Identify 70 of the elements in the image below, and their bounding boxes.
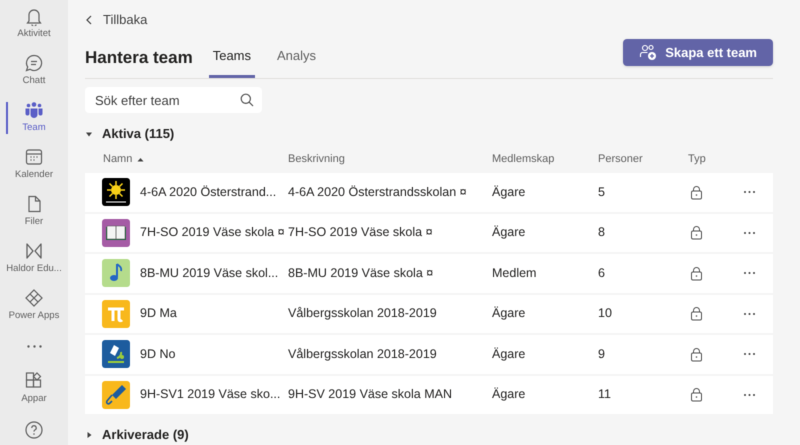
- search-field[interactable]: Sök efter team: [85, 87, 262, 113]
- team-name: 8B-MU 2019 Väse skol...: [140, 264, 278, 282]
- page-title: Hantera team: [85, 46, 193, 69]
- team-description: 4-6A 2020 Österstrandsskolan ¤: [288, 184, 467, 199]
- diamond-icon: [24, 288, 44, 308]
- add-people-icon: [639, 43, 658, 62]
- sidebar-item[interactable]: Appar: [0, 368, 68, 408]
- team-row[interactable]: 9H-SV1 2019 Väse sko... 9H-SV 2019 Väse skola MAN Ägare 11: [85, 376, 773, 414]
- team-row[interactable]: 7H-SO 2019 Väse skola ¤ 7H-SO 2019 Väse skola ¤ Ägare 8: [85, 214, 773, 252]
- sort-ascending-icon: [137, 156, 144, 162]
- column-header[interactable]: Typ: [688, 150, 706, 168]
- chat-bubble-icon: [24, 53, 44, 74]
- back-link[interactable]: Tillbaka: [85, 10, 148, 30]
- membership-text: Ägare: [492, 346, 526, 361]
- team-name: 7H-SO 2019 Väse skola ¤: [140, 224, 285, 242]
- team-row[interactable]: 9D Ma Vålbergsskolan 2018-2019 Ägare 10: [85, 294, 773, 333]
- membership-text: Ägare: [492, 306, 526, 320]
- team-description: 8B-MU 2019 Väse skola ¤: [288, 266, 434, 280]
- member-count: 10: [598, 306, 612, 320]
- sidebar-item[interactable]: Filer: [0, 192, 68, 232]
- help-icon: [24, 420, 44, 440]
- membership-text: Medlem: [492, 266, 536, 280]
- more-icon: [26, 345, 42, 348]
- column-header[interactable]: Beskrivning: [288, 150, 345, 168]
- sidebar-item[interactable]: Kalender: [0, 144, 68, 184]
- tab[interactable]: Analys: [273, 36, 320, 78]
- caret-right-icon: [85, 431, 93, 439]
- calendar-icon: [24, 146, 44, 167]
- more-icon: [742, 190, 756, 194]
- sidebar-item[interactable]: Chatt: [0, 50, 68, 91]
- team-description: 7H-SO 2019 Väse skola ¤: [288, 225, 433, 240]
- membership-text: Ägare: [492, 225, 526, 240]
- member-count: 5: [598, 184, 605, 199]
- create-team-button[interactable]: Skapa ett team: [623, 38, 773, 66]
- team-name: 9D Ma: [140, 305, 177, 322]
- sidebar-item[interactable]: Team: [0, 98, 68, 138]
- membership-text: Ägare: [492, 184, 526, 199]
- caret-down-icon: [85, 130, 93, 138]
- section-toggle[interactable]: Aktiva (115): [85, 124, 773, 144]
- team-name: 4-6A 2020 Österstrand...: [140, 184, 276, 201]
- team-description: Vålbergsskolan 2018-2019: [288, 346, 437, 361]
- search-icon: [240, 93, 254, 107]
- team-row[interactable]: 4-6A 2020 Österstrand... 4-6A 2020 Österstrandsskolan ¤ Ägare 5: [85, 173, 773, 212]
- more-icon: [742, 230, 756, 235]
- member-count: 8: [598, 225, 605, 240]
- team-name: 9H-SV1 2019 Väse sko...: [140, 386, 280, 404]
- more-icon: [742, 392, 756, 397]
- sidebar-item[interactable]: Haldor Edu...: [0, 238, 68, 278]
- team-name: 9D No: [140, 346, 176, 363]
- team-row[interactable]: 8B-MU 2019 Väse skol... 8B-MU 2019 Väse skola ¤ Medlem 6: [85, 254, 773, 292]
- tab[interactable]: Teams: [208, 36, 256, 78]
- column-header[interactable]: Personer: [598, 150, 643, 168]
- section-toggle[interactable]: Arkiverade (9): [85, 425, 773, 445]
- member-count: 9: [598, 346, 605, 361]
- member-count: 6: [598, 266, 605, 280]
- team-row[interactable]: 9D No Vålbergsskolan 2018-2019 Ägare 9: [85, 335, 773, 374]
- team-description: 9H-SV 2019 Väse skola MAN: [288, 387, 452, 402]
- more-icon: [742, 312, 756, 316]
- sidebar-item[interactable]: Power Apps: [0, 285, 68, 326]
- people-icon: [24, 100, 44, 120]
- more-icon: [742, 352, 756, 356]
- column-header[interactable]: Medlemskap: [492, 150, 554, 168]
- column-header[interactable]: Namn: [103, 150, 132, 168]
- member-count: 11: [598, 387, 611, 402]
- more-icon: [742, 271, 756, 276]
- back-chevron-icon: [85, 14, 93, 25]
- bowtie-icon: [24, 240, 44, 261]
- sidebar-item[interactable]: Aktivitet: [0, 4, 68, 44]
- membership-text: Ägare: [492, 387, 526, 402]
- team-description: Vålbergsskolan 2018-2019: [288, 306, 437, 320]
